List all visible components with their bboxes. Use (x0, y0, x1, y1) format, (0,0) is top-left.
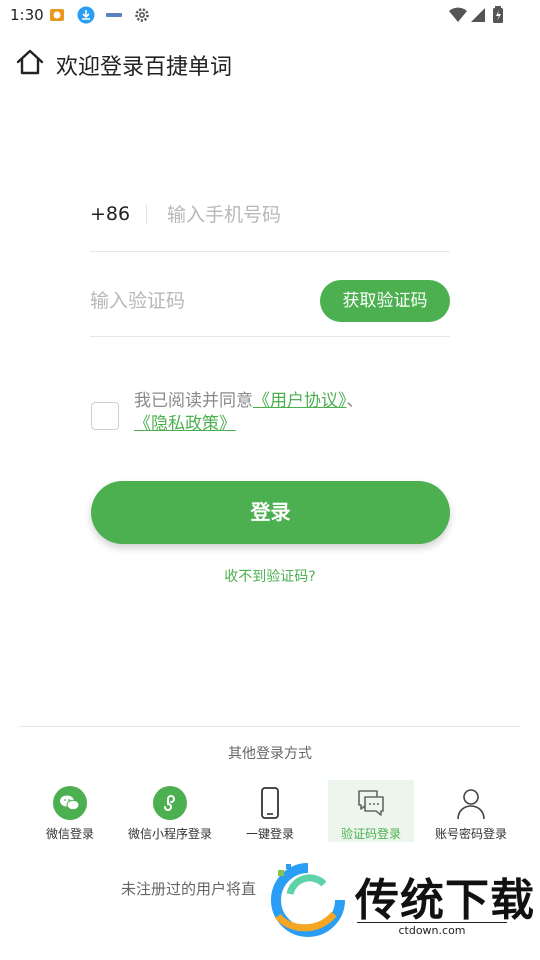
home-icon[interactable] (14, 46, 46, 78)
divider (19, 726, 521, 727)
agreement-separator: 、 (346, 391, 364, 411)
header: 欢迎登录百捷单词 (0, 40, 540, 86)
person-icon (457, 789, 485, 820)
app-small-icon (106, 13, 122, 17)
battery-icon (493, 6, 503, 23)
watermark-brand: 传统下载 (355, 875, 535, 926)
wechat-icon (53, 786, 87, 820)
settings-icon (135, 8, 149, 22)
page-title: 欢迎登录百捷单词 (56, 55, 233, 80)
wifi-icon (449, 7, 467, 22)
option-label: 账号密码登录 (434, 827, 507, 841)
phone-icon (261, 787, 279, 819)
watermark-url: ctdown.com (357, 922, 507, 937)
get-code-button[interactable]: 获取验证码 (320, 280, 450, 322)
watermark-logo-icon (271, 863, 345, 937)
app-notification-icon (50, 9, 64, 21)
privacy-policy-link[interactable]: 《隐私政策》 (134, 414, 236, 434)
agreement-text: 我已阅读并同意《用户协议》、《隐私政策》 (134, 390, 454, 436)
footer-text: 未注册过的用户将直 (121, 880, 257, 898)
phone-number-input[interactable] (167, 198, 447, 232)
chat-icon (358, 790, 384, 816)
code-login-option[interactable]: 验证码登录 (328, 780, 414, 842)
option-label: 一键登录 (245, 827, 294, 841)
status-time: 1:30 (10, 6, 44, 24)
divider (90, 336, 450, 337)
login-button[interactable]: 登录 (91, 481, 450, 544)
agreement-prefix: 我已阅读并同意 (134, 391, 253, 411)
password-login-option[interactable]: 账号密码登录 (428, 780, 514, 842)
divider (146, 205, 147, 225)
option-label: 微信登录 (45, 827, 94, 841)
option-label: 验证码登录 (340, 827, 401, 841)
country-code-selector[interactable]: +86 (90, 203, 130, 225)
wechat-login-option[interactable]: 微信登录 (27, 780, 113, 842)
one-click-login-option[interactable]: 一键登录 (227, 780, 313, 842)
no-code-link[interactable]: 收不到验证码? (0, 566, 540, 586)
option-label: 微信小程序登录 (127, 827, 212, 841)
other-login-title: 其他登录方式 (228, 746, 312, 762)
download-icon (77, 6, 95, 24)
mini-program-login-option[interactable]: 微信小程序登录 (127, 780, 213, 842)
mini-program-icon (153, 786, 187, 820)
divider (90, 251, 450, 252)
status-bar: 1:30 (0, 0, 540, 32)
user-agreement-link[interactable]: 《用户协议》 (253, 391, 347, 411)
verification-code-input[interactable] (90, 284, 300, 318)
signal-icon (471, 8, 485, 22)
agreement-checkbox[interactable] (91, 402, 119, 430)
